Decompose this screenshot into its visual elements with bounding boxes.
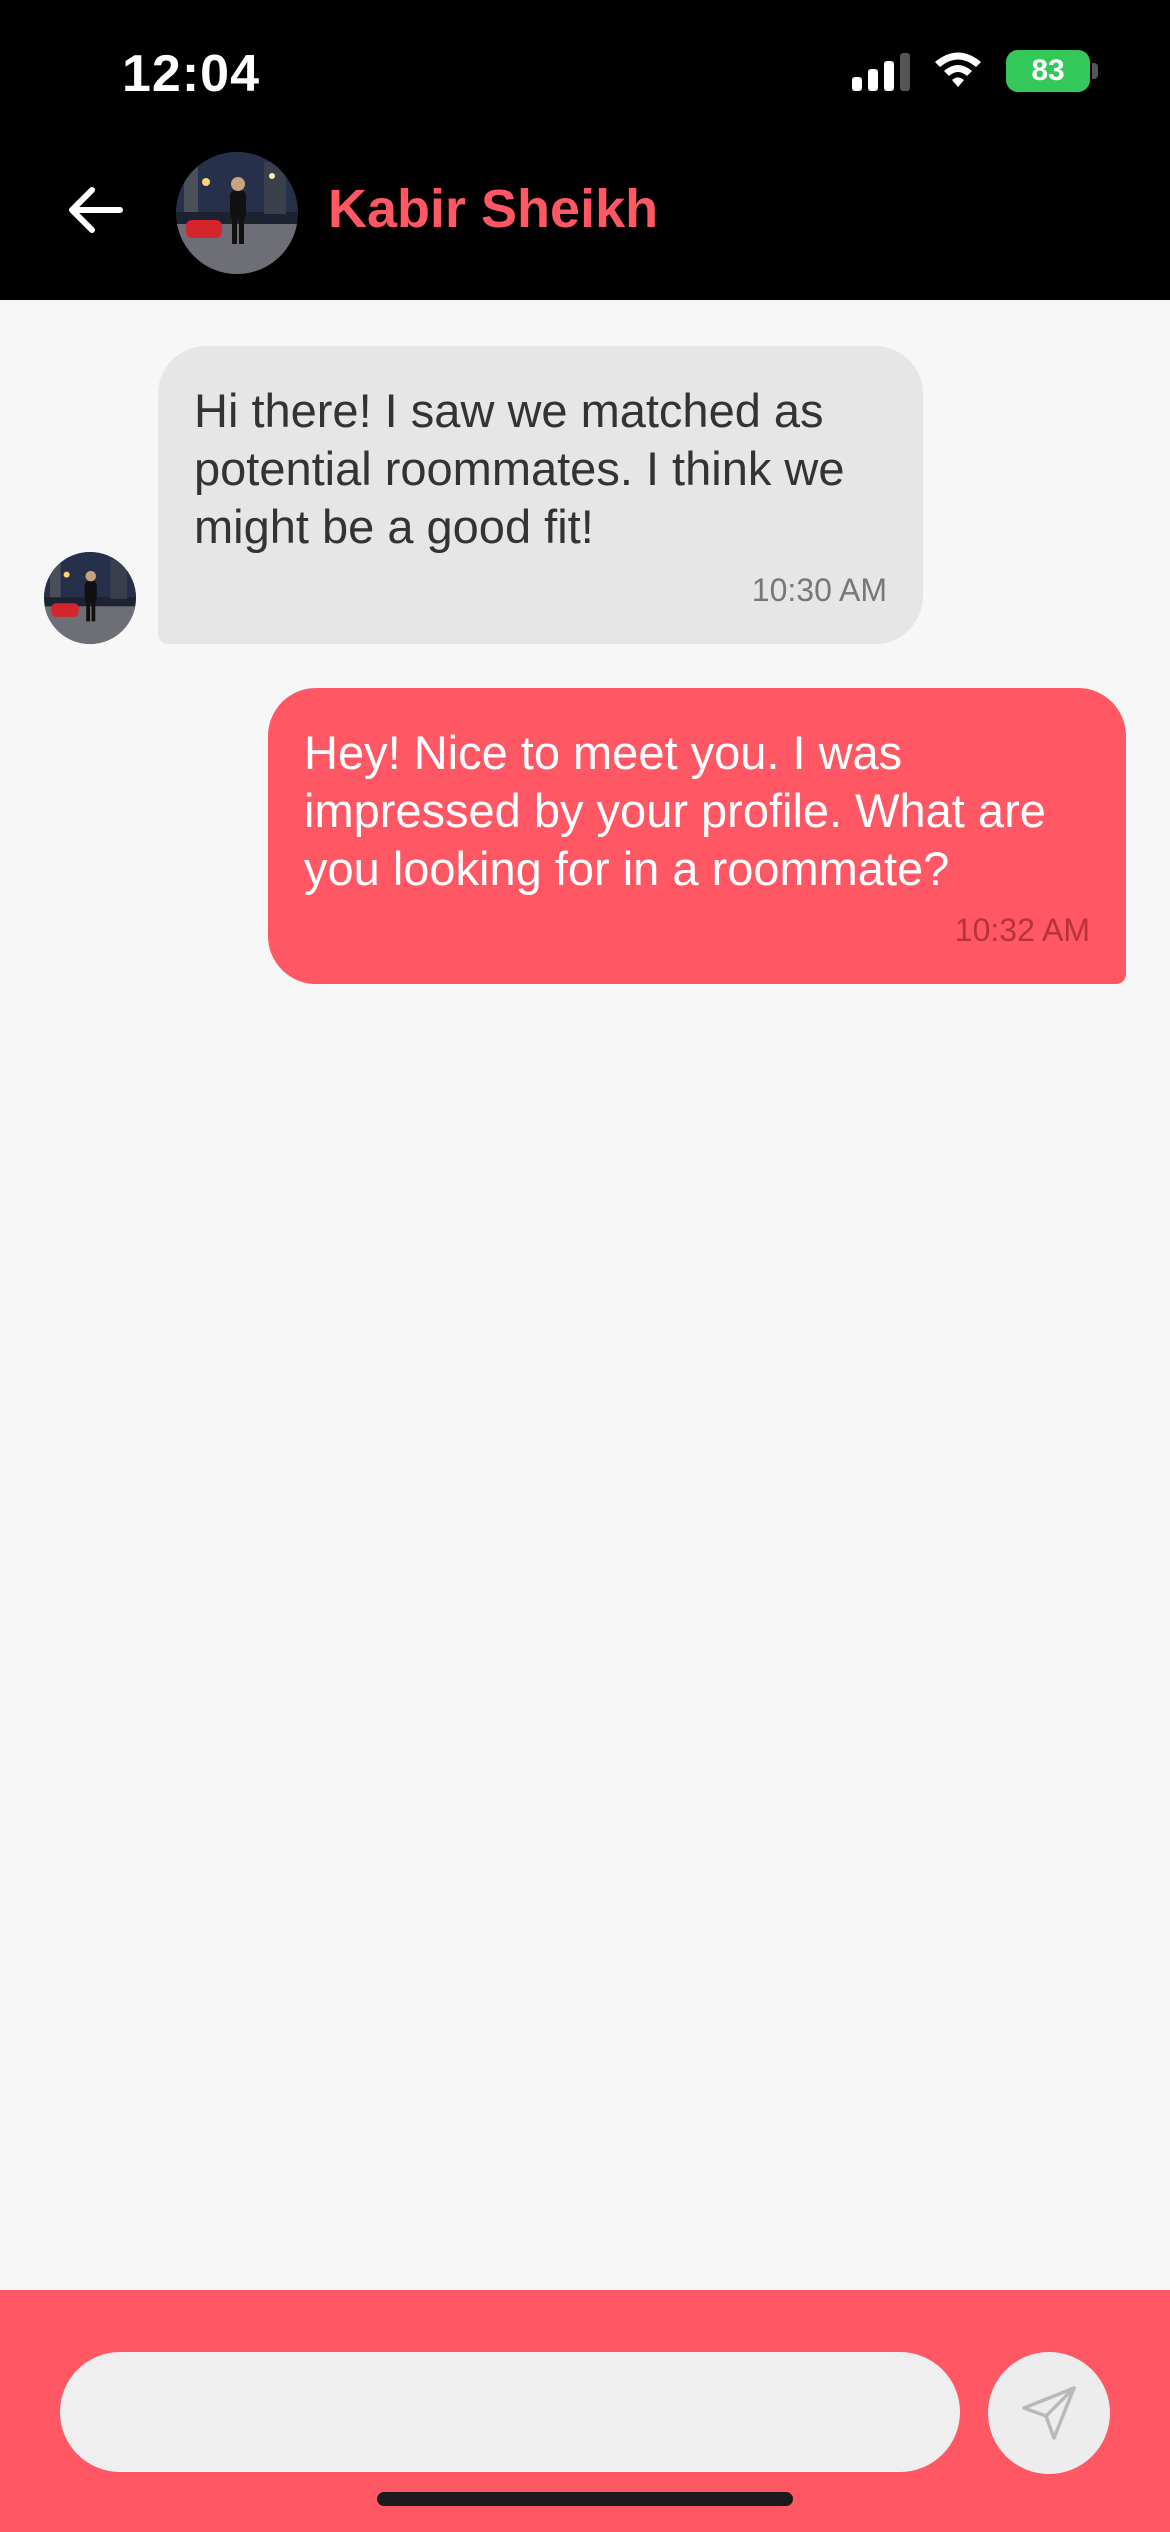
- chat-screen: 12:04 83 Kabir Sheikh Hi there! I saw we…: [0, 0, 1170, 2532]
- back-button[interactable]: [66, 180, 126, 240]
- cellular-signal-icon: [852, 51, 910, 91]
- contact-avatar[interactable]: [176, 152, 298, 274]
- message-text: Hi there! I saw we matched as potential …: [194, 384, 845, 553]
- home-indicator: [377, 2492, 793, 2506]
- message-time: 10:30 AM: [751, 572, 887, 608]
- send-icon: [1022, 2386, 1076, 2440]
- header-bar: 12:04 83 Kabir Sheikh: [0, 0, 1170, 300]
- send-button[interactable]: [988, 2352, 1110, 2474]
- message-composer: [0, 2290, 1170, 2532]
- message-time: 10:32 AM: [954, 912, 1090, 948]
- message-text: Hey! Nice to meet you. I was impressed b…: [304, 726, 1046, 895]
- status-icons: 83: [852, 50, 1098, 92]
- incoming-message-bubble[interactable]: Hi there! I saw we matched as potential …: [158, 346, 923, 644]
- battery-icon: 83: [1006, 50, 1098, 92]
- status-time: 12:04: [122, 45, 260, 103]
- wifi-icon: [935, 52, 981, 87]
- message-input[interactable]: [60, 2352, 960, 2472]
- contact-name[interactable]: Kabir Sheikh: [328, 178, 658, 240]
- battery-level: 83: [1031, 54, 1065, 87]
- arrow-left-icon: [69, 187, 123, 233]
- sender-avatar: [44, 552, 136, 644]
- outgoing-message-bubble[interactable]: Hey! Nice to meet you. I was impressed b…: [268, 688, 1126, 984]
